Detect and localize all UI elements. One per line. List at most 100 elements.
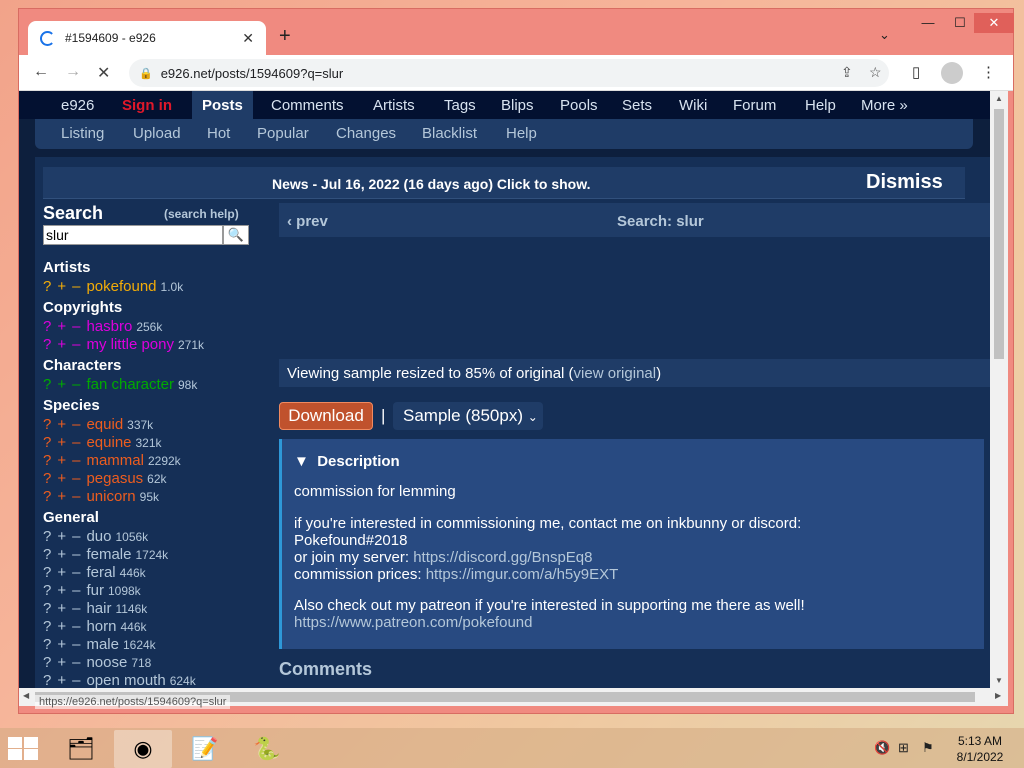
scroll-down-icon[interactable]: ▼ <box>995 676 1003 685</box>
tag-name-link[interactable]: my little pony <box>86 336 174 353</box>
subnav-upload[interactable]: Upload <box>133 125 181 142</box>
tag-add-link[interactable]: + <box>57 636 66 653</box>
tag-name-link[interactable]: duo <box>86 528 111 545</box>
scroll-up-icon[interactable]: ▲ <box>995 94 1003 103</box>
nav-sign-in[interactable]: Sign in <box>122 97 172 114</box>
tag-wiki-link[interactable]: ? <box>43 470 51 487</box>
tag-add-link[interactable]: + <box>57 318 66 335</box>
tag-add-link[interactable]: + <box>57 654 66 671</box>
nav-help[interactable]: Help <box>805 97 836 114</box>
tag-wiki-link[interactable]: ? <box>43 636 51 653</box>
maximize-window-button[interactable]: ☐ <box>944 13 976 33</box>
tag-exclude-link[interactable]: – <box>72 528 80 545</box>
subnav-hot[interactable]: Hot <box>207 125 230 142</box>
tag-exclude-link[interactable]: – <box>72 488 80 505</box>
tag-name-link[interactable]: unicorn <box>86 488 135 505</box>
download-button[interactable]: Download <box>279 402 373 430</box>
tag-exclude-link[interactable]: – <box>72 318 80 335</box>
tag-add-link[interactable]: + <box>57 564 66 581</box>
tag-wiki-link[interactable]: ? <box>43 452 51 469</box>
tab-search-chevron-icon[interactable]: ⌄ <box>879 27 890 43</box>
tag-exclude-link[interactable]: – <box>72 376 80 393</box>
back-arrow-icon[interactable]: ← <box>33 63 49 81</box>
tag-wiki-link[interactable]: ? <box>43 672 51 688</box>
nav-sets[interactable]: Sets <box>622 97 652 114</box>
nav-tags[interactable]: Tags <box>444 97 476 114</box>
notepad-plus-icon[interactable]: 📝 <box>176 730 234 768</box>
tag-exclude-link[interactable]: – <box>72 434 80 451</box>
tag-wiki-link[interactable]: ? <box>43 564 51 581</box>
minimize-window-button[interactable]: — <box>912 13 944 33</box>
nav-home[interactable]: e926 <box>61 97 94 114</box>
menu-kebab-icon[interactable]: ⋮ <box>981 63 996 81</box>
chrome-icon[interactable]: ◉ <box>114 730 172 768</box>
tag-exclude-link[interactable]: – <box>72 618 80 635</box>
forward-arrow-icon[interactable]: → <box>65 63 81 81</box>
profile-avatar[interactable] <box>941 62 963 84</box>
stop-loading-icon[interactable]: ✕ <box>97 63 110 83</box>
subnav-help[interactable]: Help <box>506 125 537 142</box>
imgur-link[interactable]: https://imgur.com/a/h5y9EXT <box>426 566 619 583</box>
tag-name-link[interactable]: open mouth <box>86 672 165 688</box>
nav-wiki[interactable]: Wiki <box>679 97 707 114</box>
tag-wiki-link[interactable]: ? <box>43 654 51 671</box>
speaker-muted-icon[interactable]: 🔇 <box>874 740 890 756</box>
nav-posts[interactable]: Posts <box>192 91 253 119</box>
clock[interactable]: 5:13 AM 8/1/2022 <box>945 733 1015 765</box>
description-header[interactable]: ▼ Description <box>294 453 400 470</box>
action-center-icon[interactable]: ⚑ <box>922 740 934 756</box>
tag-exclude-link[interactable]: – <box>72 564 80 581</box>
tag-wiki-link[interactable]: ? <box>43 318 51 335</box>
network-icon[interactable]: ⊞ <box>898 740 909 756</box>
tag-name-link[interactable]: noose <box>86 654 127 671</box>
tag-add-link[interactable]: + <box>57 488 66 505</box>
tag-name-link[interactable]: equine <box>86 434 131 451</box>
tag-wiki-link[interactable]: ? <box>43 618 51 635</box>
scroll-left-icon[interactable]: ◀ <box>23 691 29 700</box>
tag-wiki-link[interactable]: ? <box>43 600 51 617</box>
nav-forum[interactable]: Forum <box>733 97 776 114</box>
nav-comments[interactable]: Comments <box>271 97 344 114</box>
tag-name-link[interactable]: hasbro <box>86 318 132 335</box>
nav-pools[interactable]: Pools <box>560 97 598 114</box>
new-tab-button[interactable]: + <box>279 25 291 48</box>
start-button[interactable] <box>6 736 38 760</box>
browser-tab[interactable]: #1594609 - e926 ✕ <box>28 21 266 55</box>
nav-more[interactable]: More » <box>861 97 908 114</box>
nav-blips[interactable]: Blips <box>501 97 534 114</box>
tag-wiki-link[interactable]: ? <box>43 434 51 451</box>
tag-name-link[interactable]: pegasus <box>86 470 143 487</box>
tag-add-link[interactable]: + <box>57 528 66 545</box>
share-icon[interactable]: ⇪ <box>841 64 853 81</box>
tag-name-link[interactable]: male <box>86 636 119 653</box>
news-text[interactable]: News - Jul 16, 2022 (16 days ago) Click … <box>272 176 591 192</box>
tag-wiki-link[interactable]: ? <box>43 488 51 505</box>
tag-add-link[interactable]: + <box>57 470 66 487</box>
tag-name-link[interactable]: fur <box>86 582 104 599</box>
tag-name-link[interactable]: horn <box>86 618 116 635</box>
tag-add-link[interactable]: + <box>57 618 66 635</box>
view-original-link[interactable]: view original <box>574 365 657 382</box>
tag-wiki-link[interactable]: ? <box>43 376 51 393</box>
tag-name-link[interactable]: female <box>86 546 131 563</box>
tag-exclude-link[interactable]: – <box>72 336 80 353</box>
tag-exclude-link[interactable]: – <box>72 636 80 653</box>
tag-add-link[interactable]: + <box>57 278 66 295</box>
side-panel-icon[interactable]: ▯ <box>912 63 920 81</box>
tag-exclude-link[interactable]: – <box>72 416 80 433</box>
tag-exclude-link[interactable]: – <box>72 654 80 671</box>
tag-exclude-link[interactable]: – <box>72 582 80 599</box>
close-window-button[interactable]: ✕ <box>974 13 1014 33</box>
tag-add-link[interactable]: + <box>57 416 66 433</box>
tag-exclude-link[interactable]: – <box>72 452 80 469</box>
search-seq-title[interactable]: Search: slur <box>617 213 704 230</box>
tag-name-link[interactable]: pokefound <box>86 278 156 295</box>
address-bar[interactable]: 🔒 e926.net/posts/1594609?q=slur ⇪ ☆ <box>129 59 889 87</box>
tag-wiki-link[interactable]: ? <box>43 278 51 295</box>
tag-wiki-link[interactable]: ? <box>43 336 51 353</box>
tag-name-link[interactable]: equid <box>86 416 123 433</box>
tag-add-link[interactable]: + <box>57 600 66 617</box>
tag-name-link[interactable]: mammal <box>86 452 144 469</box>
tag-add-link[interactable]: + <box>57 434 66 451</box>
tag-exclude-link[interactable]: – <box>72 600 80 617</box>
